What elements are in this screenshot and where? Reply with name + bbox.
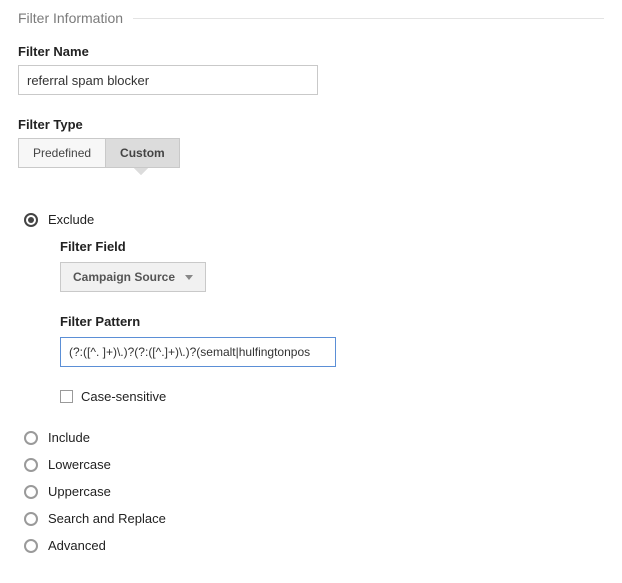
filter-type-tabs: Predefined Custom [18, 138, 180, 168]
mode-lowercase-row[interactable]: Lowercase [24, 457, 604, 472]
radio-advanced-label: Advanced [48, 538, 106, 553]
case-sensitive-row[interactable]: Case-sensitive [60, 389, 604, 404]
radio-include-label: Include [48, 430, 90, 445]
mode-advanced-row[interactable]: Advanced [24, 538, 604, 553]
filter-type-label: Filter Type [18, 117, 604, 132]
filter-pattern-input[interactable] [60, 337, 336, 367]
filter-type-group: Filter Type Predefined Custom [18, 117, 604, 190]
filter-name-input[interactable] [18, 65, 318, 95]
tab-custom[interactable]: Custom [106, 138, 180, 168]
radio-advanced[interactable] [24, 539, 38, 553]
section-rule [133, 18, 604, 19]
radio-exclude-label: Exclude [48, 212, 94, 227]
radio-search-replace-label: Search and Replace [48, 511, 166, 526]
filter-field-select[interactable]: Campaign Source [60, 262, 206, 292]
case-sensitive-checkbox[interactable] [60, 390, 73, 403]
tab-predefined[interactable]: Predefined [18, 138, 106, 168]
mode-radio-list: Include Lowercase Uppercase Search and R… [24, 430, 604, 553]
mode-exclude-row[interactable]: Exclude [24, 212, 604, 227]
section-header: Filter Information [18, 10, 604, 26]
radio-search-replace[interactable] [24, 512, 38, 526]
exclude-settings: Filter Field Campaign Source Filter Patt… [60, 239, 604, 404]
filter-name-label: Filter Name [18, 44, 604, 59]
radio-uppercase[interactable] [24, 485, 38, 499]
radio-lowercase[interactable] [24, 458, 38, 472]
radio-include[interactable] [24, 431, 38, 445]
radio-uppercase-label: Uppercase [48, 484, 111, 499]
mode-search-replace-row[interactable]: Search and Replace [24, 511, 604, 526]
case-sensitive-label: Case-sensitive [81, 389, 166, 404]
mode-include-row[interactable]: Include [24, 430, 604, 445]
caret-down-icon [185, 275, 193, 280]
filter-name-group: Filter Name [18, 44, 604, 95]
filter-field-label: Filter Field [60, 239, 604, 254]
filter-field-value: Campaign Source [73, 270, 175, 284]
mode-uppercase-row[interactable]: Uppercase [24, 484, 604, 499]
section-title: Filter Information [18, 10, 133, 26]
filter-pattern-label: Filter Pattern [60, 314, 604, 329]
tab-active-arrow-icon [134, 168, 148, 175]
radio-lowercase-label: Lowercase [48, 457, 111, 472]
radio-exclude[interactable] [24, 213, 38, 227]
